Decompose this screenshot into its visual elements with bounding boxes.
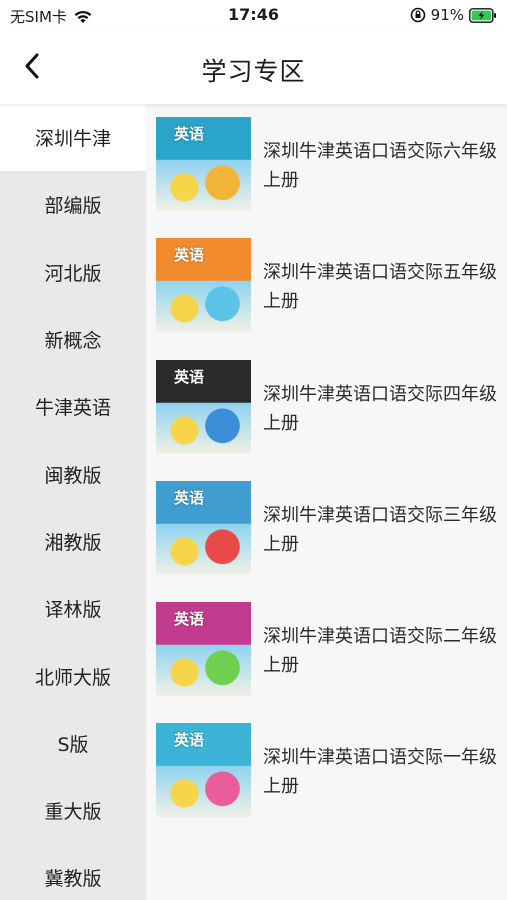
nav-bar: 学习专区: [0, 32, 507, 104]
sidebar-item-hebei[interactable]: 河北版: [0, 239, 146, 306]
book-title: 深圳牛津英语口语交际五年级上册: [263, 262, 497, 312]
sidebar-item-beishida[interactable]: 北师大版: [0, 642, 146, 709]
sidebar-item-s-edition[interactable]: S版: [0, 710, 146, 777]
book-cover-image: 英语: [156, 117, 251, 211]
status-right: 91%: [410, 6, 497, 24]
book-list: 英语 深圳牛津英语口语交际六年级上册 英语 深圳牛津英语口语交际五年级上册 英语…: [146, 104, 507, 900]
cover-title: 英语: [174, 489, 205, 507]
status-bar: 无SIM卡 17:46 91%: [0, 0, 507, 32]
book-item[interactable]: 英语 深圳牛津英语口语交际二年级上册: [156, 602, 504, 698]
cover-title: 英语: [174, 610, 205, 628]
book-item[interactable]: 英语 深圳牛津英语口语交际五年级上册: [156, 238, 504, 334]
sidebar-item-minjiao[interactable]: 闽教版: [0, 440, 146, 507]
book-title: 深圳牛津英语口语交际三年级上册: [263, 505, 497, 555]
orientation-lock-icon: [410, 7, 426, 23]
sidebar-item-new-concept[interactable]: 新概念: [0, 306, 146, 373]
cover-title: 英语: [174, 731, 205, 749]
book-item[interactable]: 英语 深圳牛津英语口语交际一年级上册: [156, 723, 504, 819]
book-title: 深圳牛津英语口语交际一年级上册: [263, 747, 497, 797]
category-sidebar: 深圳牛津 部编版 河北版 新概念 牛津英语 闽教版 湘教版 译林版 北师大版 S…: [0, 104, 146, 900]
book-cover-image: 英语: [156, 360, 251, 454]
battery-percent: 91%: [430, 6, 464, 24]
book-title: 深圳牛津英语口语交际四年级上册: [263, 384, 497, 434]
sidebar-item-bubian[interactable]: 部编版: [0, 171, 146, 238]
cover-title: 英语: [174, 246, 205, 264]
sidebar-item-shenzhen-oxford[interactable]: 深圳牛津: [0, 104, 146, 172]
sidebar-item-xiangjiao[interactable]: 湘教版: [0, 508, 146, 575]
book-cover-image: 英语: [156, 602, 251, 696]
book-item[interactable]: 英语 深圳牛津英语口语交际四年级上册: [156, 360, 504, 456]
book-cover-image: 英语: [156, 723, 251, 817]
book-title: 深圳牛津英语口语交际六年级上册: [263, 141, 497, 191]
book-item[interactable]: 英语 深圳牛津英语口语交际三年级上册: [156, 481, 504, 577]
book-title: 深圳牛津英语口语交际二年级上册: [263, 626, 497, 676]
cover-title: 英语: [174, 125, 205, 143]
book-item[interactable]: 英语 深圳牛津英语口语交际六年级上册: [156, 117, 504, 213]
book-cover-image: 英语: [156, 238, 251, 332]
book-cover-image: 英语: [156, 481, 251, 575]
battery-charging-icon: [469, 7, 497, 23]
sidebar-item-oxford-english[interactable]: 牛津英语: [0, 373, 146, 440]
sidebar-item-chongda[interactable]: 重大版: [0, 777, 146, 844]
page-title: 学习专区: [201, 57, 306, 86]
sidebar-item-yilin[interactable]: 译林版: [0, 575, 146, 642]
cover-title: 英语: [174, 368, 205, 386]
sidebar-item-jijiao[interactable]: 冀教版: [0, 844, 146, 900]
